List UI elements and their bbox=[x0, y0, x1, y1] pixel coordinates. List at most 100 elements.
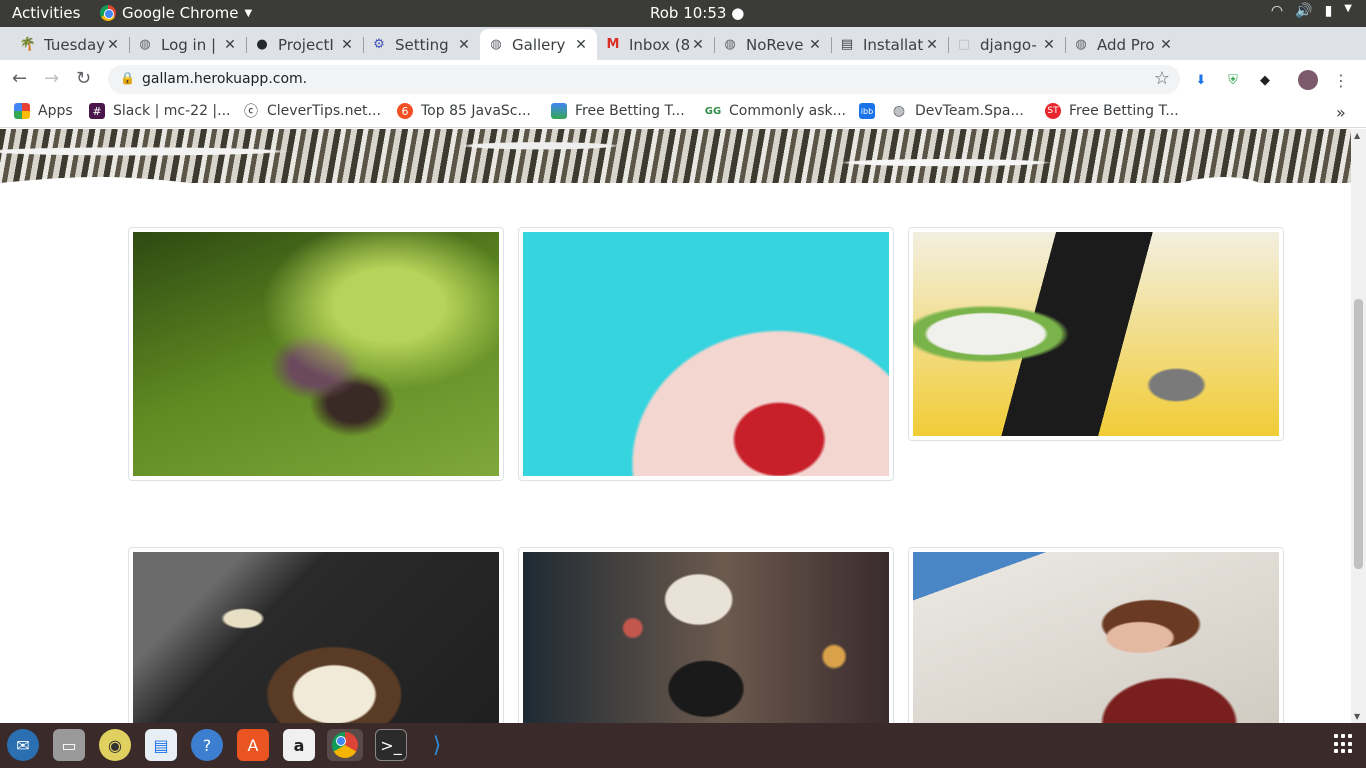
clock[interactable]: Rob 10:53 ● bbox=[650, 4, 744, 22]
geeksforgeeks-icon: GG bbox=[704, 105, 722, 117]
back-arrow-icon[interactable]: ← bbox=[12, 68, 27, 89]
photo-fruit-bowl-tablet-camera[interactable] bbox=[913, 232, 1279, 436]
tab-title: Log in | bbox=[161, 35, 217, 54]
close-icon[interactable]: ✕ bbox=[1041, 37, 1057, 53]
gear-icon: ⚙ bbox=[373, 37, 385, 52]
tab-add-pro[interactable]: ◍ Add Pro ✕ bbox=[1065, 29, 1182, 60]
bookmark-ibb[interactable]: ibb bbox=[859, 103, 875, 119]
amazon-icon[interactable]: a bbox=[283, 729, 315, 761]
address-bar[interactable]: 🔒 gallam.herokuapp.com. ☆ bbox=[108, 65, 1180, 94]
gallery-card[interactable] bbox=[128, 227, 504, 481]
bookmark-commonly-asked[interactable]: GG Commonly ask... bbox=[705, 103, 846, 119]
app-menu[interactable]: Google Chrome ▼ bbox=[100, 4, 252, 22]
tab-strip: 🌴 Tuesday ✕ ◍ Log in | ✕ ● ProjectI ✕ ⚙ … bbox=[0, 27, 1366, 83]
scrollbar-thumb[interactable] bbox=[1354, 299, 1363, 569]
close-icon[interactable]: ✕ bbox=[456, 37, 472, 53]
bookmark-clevertips[interactable]: ⓒ CleverTips.net... bbox=[243, 103, 381, 120]
terminal-icon[interactable]: >_ bbox=[375, 729, 407, 761]
photo-cake-on-dark-table[interactable] bbox=[133, 552, 499, 723]
url-text[interactable]: gallam.herokuapp.com. bbox=[142, 71, 307, 87]
show-applications-icon[interactable] bbox=[1334, 734, 1354, 754]
system-tray[interactable]: ◠ 🔊 ▮ ▼ bbox=[1271, 3, 1352, 19]
battery-icon: ▮ bbox=[1324, 3, 1333, 19]
bookmarks-overflow-icon[interactable]: » bbox=[1336, 103, 1346, 122]
tab-noreve[interactable]: ◍ NoReve ✕ bbox=[714, 29, 832, 60]
menu-kebab-icon[interactable]: ⋮ bbox=[1332, 71, 1350, 90]
tab-django[interactable]: ▢ django- ✕ bbox=[948, 29, 1066, 60]
gallery-card[interactable] bbox=[128, 547, 504, 723]
close-icon[interactable]: ✕ bbox=[807, 37, 823, 53]
rhythmbox-icon[interactable]: ◉ bbox=[99, 729, 131, 761]
reload-icon[interactable]: ↻ bbox=[76, 68, 91, 89]
writer-icon[interactable]: ▤ bbox=[145, 729, 177, 761]
globe-icon: ◍ bbox=[892, 103, 906, 119]
bookmark-apps[interactable]: Apps bbox=[14, 103, 73, 119]
bookmark-javascript[interactable]: 6 Top 85 JavaSc... bbox=[397, 103, 531, 119]
activities-button[interactable]: Activities bbox=[12, 4, 80, 22]
photo-child-lying-on-grass[interactable] bbox=[133, 232, 499, 476]
bookmark-betting-2[interactable]: ST Free Betting T... bbox=[1045, 103, 1179, 119]
gallery-card[interactable] bbox=[518, 227, 894, 481]
bookmark-label: DevTeam.Spa... bbox=[915, 103, 1024, 119]
tab-tuesday[interactable]: 🌴 Tuesday ✕ bbox=[12, 29, 130, 60]
globe-icon: ◍ bbox=[724, 37, 736, 52]
vscode-icon[interactable]: ⟩ bbox=[421, 729, 453, 761]
gallery-card[interactable] bbox=[518, 547, 894, 723]
thunderbird-icon[interactable]: ✉ bbox=[7, 729, 39, 761]
chrome-icon bbox=[332, 732, 358, 758]
bookmark-label: Apps bbox=[38, 103, 73, 119]
forward-arrow-icon[interactable]: → bbox=[44, 68, 59, 89]
wifi-icon: ◠ bbox=[1270, 3, 1284, 19]
javascript-icon: 6 bbox=[397, 103, 413, 119]
bookmark-betting-1[interactable]: Free Betting T... bbox=[551, 103, 685, 119]
bookmark-label: Free Betting T... bbox=[575, 103, 685, 119]
avatar[interactable] bbox=[1298, 70, 1318, 90]
tab-log-in[interactable]: ◍ Log in | ✕ bbox=[129, 29, 247, 60]
tab-title: Inbox (8 bbox=[629, 35, 690, 54]
download-extension-icon[interactable]: ⬇ bbox=[1192, 71, 1210, 89]
close-icon[interactable]: ✕ bbox=[924, 37, 940, 53]
bookmark-devteam[interactable]: ◍ DevTeam.Spa... bbox=[891, 103, 1024, 119]
browser-toolbar: ← → ↻ 🔒 gallam.herokuapp.com. ☆ ⬇ ⛨ ◆ ⋮ bbox=[0, 60, 1366, 98]
ibb-icon: ibb bbox=[859, 103, 875, 119]
page-scrollbar[interactable]: ▲ ▼ bbox=[1351, 129, 1366, 723]
chrome-icon bbox=[100, 5, 116, 21]
tab-settings[interactable]: ⚙ Setting ✕ bbox=[363, 29, 480, 60]
banner-wave bbox=[0, 177, 1351, 185]
close-icon[interactable]: ✕ bbox=[690, 37, 706, 53]
help-icon[interactable]: ? bbox=[191, 729, 223, 761]
tab-title: Installat bbox=[863, 35, 924, 54]
gallery-card[interactable] bbox=[908, 547, 1284, 723]
tab-project[interactable]: ● ProjectI ✕ bbox=[246, 29, 364, 60]
betting-icon: ST bbox=[1045, 103, 1061, 119]
scroll-down-icon[interactable]: ▼ bbox=[1354, 712, 1360, 721]
photo-strawberries-on-pink-plate[interactable] bbox=[523, 232, 889, 476]
tab-inbox[interactable]: M Inbox (8 ✕ bbox=[597, 29, 715, 60]
tab-gallery[interactable]: ◍ Gallery ✕ bbox=[480, 29, 597, 60]
bookmark-star-icon[interactable]: ☆ bbox=[1154, 68, 1170, 89]
bookmark-slack[interactable]: # Slack | mc-22 |... bbox=[89, 103, 231, 119]
close-icon[interactable]: ✕ bbox=[1158, 37, 1174, 53]
bookmarks-bar: Apps # Slack | mc-22 |... ⓒ CleverTips.n… bbox=[0, 98, 1366, 128]
lock-icon[interactable]: 🔒 bbox=[120, 71, 135, 85]
close-icon[interactable]: ✕ bbox=[222, 37, 238, 53]
app-name: Google Chrome bbox=[122, 4, 239, 22]
bookmark-label: Commonly ask... bbox=[729, 103, 847, 119]
shield-extension-icon[interactable]: ⛨ bbox=[1224, 71, 1242, 89]
tab-title: Setting bbox=[395, 35, 449, 54]
cube-extension-icon[interactable]: ◆ bbox=[1256, 71, 1274, 89]
scroll-up-icon[interactable]: ▲ bbox=[1354, 131, 1360, 140]
photo-photographer-with-camera-city[interactable] bbox=[523, 552, 889, 723]
photo-woman-with-sunglasses-shopping[interactable] bbox=[913, 552, 1279, 723]
software-center-icon[interactable]: A bbox=[237, 729, 269, 761]
tab-installation[interactable]: ▤ Installat ✕ bbox=[831, 29, 949, 60]
chrome-dock-item[interactable] bbox=[327, 729, 363, 761]
files-icon[interactable]: ▭ bbox=[53, 729, 85, 761]
gallery-card[interactable] bbox=[908, 227, 1284, 441]
tab-title: ProjectI bbox=[278, 35, 334, 54]
github-icon: ● bbox=[256, 37, 268, 52]
close-icon[interactable]: ✕ bbox=[105, 37, 121, 53]
close-icon[interactable]: ✕ bbox=[573, 37, 589, 53]
close-icon[interactable]: ✕ bbox=[339, 37, 355, 53]
chevron-down-icon: ▼ bbox=[244, 7, 253, 19]
